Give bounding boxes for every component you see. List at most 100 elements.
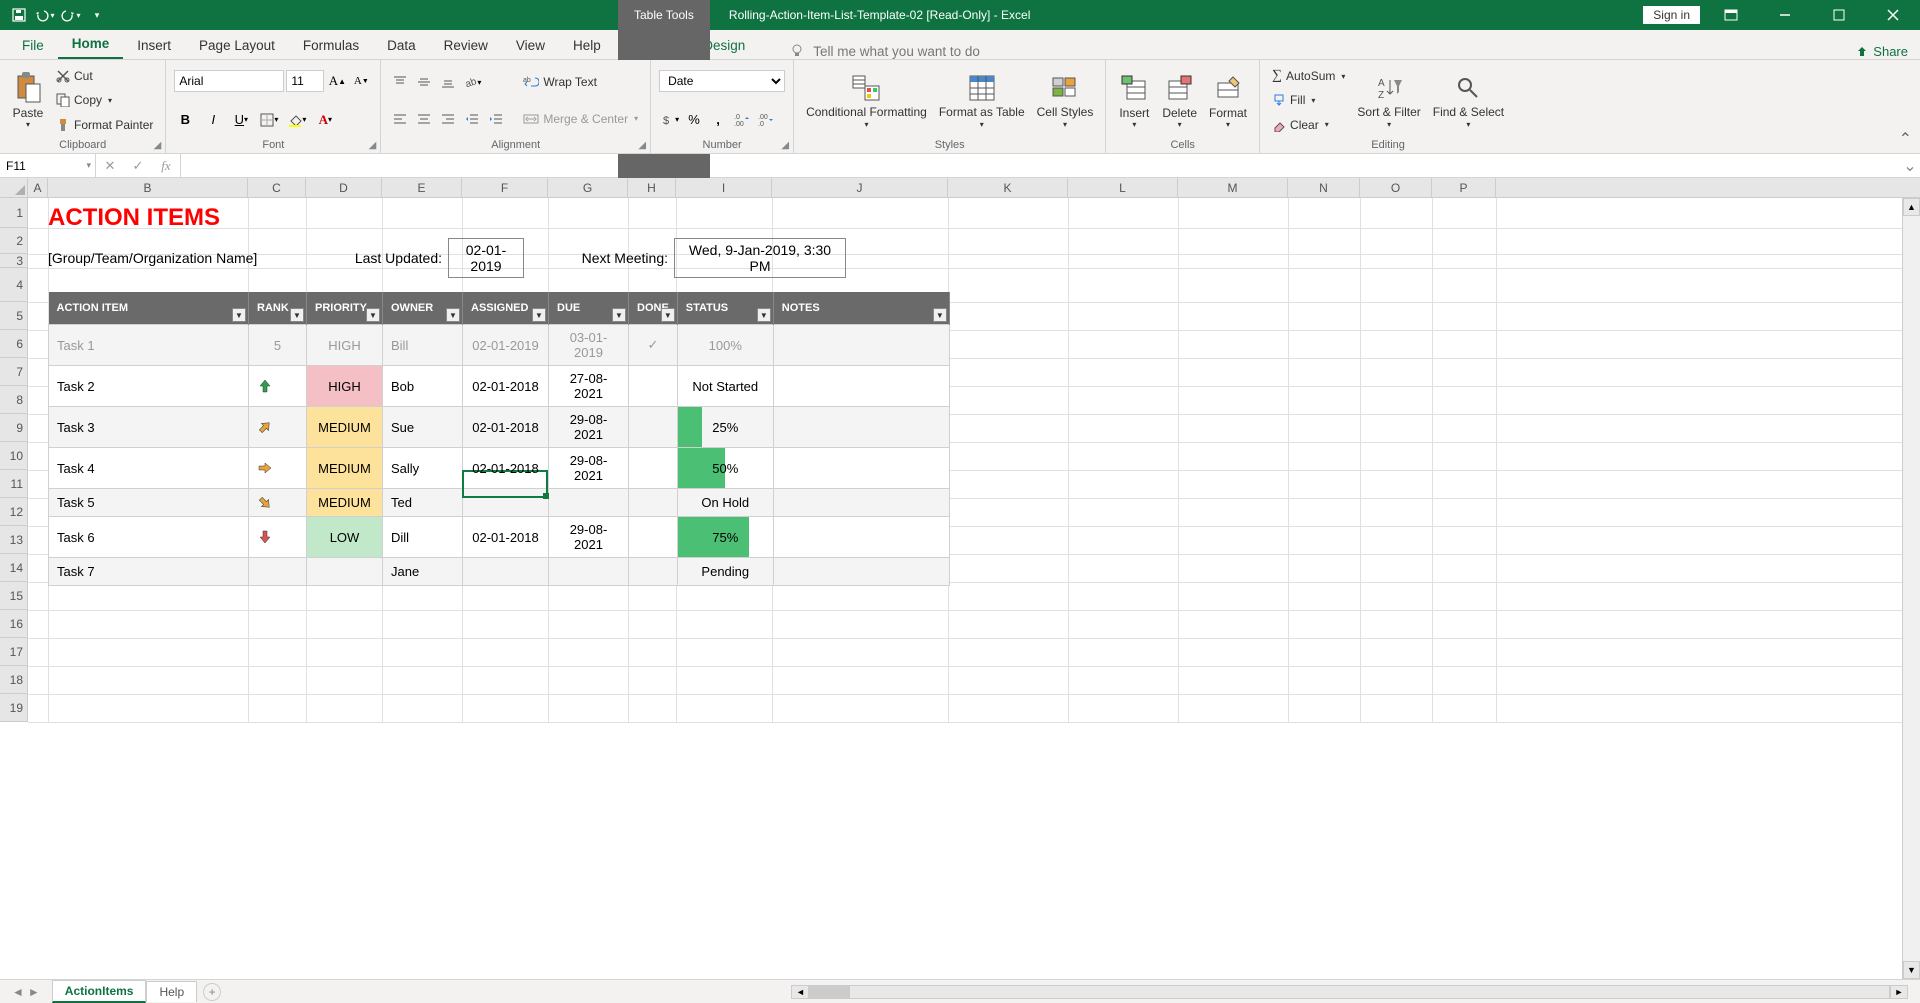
table-cell[interactable]: ✓ bbox=[629, 325, 678, 366]
column-header-n[interactable]: N bbox=[1288, 178, 1360, 197]
sheet-tab-help[interactable]: Help bbox=[146, 981, 197, 1002]
filter-dropdown-icon[interactable]: ▼ bbox=[661, 308, 675, 322]
table-cell[interactable] bbox=[629, 407, 678, 448]
table-cell[interactable] bbox=[773, 407, 949, 448]
save-icon[interactable] bbox=[8, 4, 30, 26]
collapse-ribbon-icon[interactable]: ⌃ bbox=[1899, 129, 1912, 149]
table-cell[interactable] bbox=[249, 366, 307, 407]
align-center-icon[interactable] bbox=[413, 108, 435, 130]
table-cell[interactable]: 25% bbox=[677, 407, 773, 448]
table-cell[interactable]: LOW bbox=[307, 517, 383, 558]
row-header-9[interactable]: 9 bbox=[0, 414, 27, 442]
table-cell[interactable]: 03-01-2019 bbox=[549, 325, 629, 366]
autosum-button[interactable]: ∑AutoSum▾ bbox=[1268, 65, 1349, 87]
font-size-select[interactable] bbox=[286, 70, 324, 92]
undo-icon[interactable]: ▾ bbox=[34, 4, 56, 26]
tab-page-layout[interactable]: Page Layout bbox=[185, 32, 289, 59]
table-cell[interactable]: Task 3 bbox=[49, 407, 249, 448]
align-bottom-icon[interactable] bbox=[437, 71, 459, 93]
tab-formulas[interactable]: Formulas bbox=[289, 32, 373, 59]
format-cells-button[interactable]: Format▾ bbox=[1205, 64, 1251, 137]
table-cell[interactable] bbox=[773, 489, 949, 517]
format-painter-button[interactable]: Format Painter bbox=[52, 114, 157, 136]
table-cell[interactable] bbox=[773, 558, 949, 586]
font-dialog-launcher[interactable]: ◢ bbox=[369, 140, 377, 151]
row-header-8[interactable]: 8 bbox=[0, 386, 27, 414]
maximize-icon[interactable] bbox=[1816, 0, 1862, 30]
table-cell[interactable]: Jane bbox=[383, 558, 463, 586]
row-header-1[interactable]: 1 bbox=[0, 198, 27, 228]
align-right-icon[interactable] bbox=[437, 108, 459, 130]
column-header-j[interactable]: J bbox=[772, 178, 948, 197]
fill-button[interactable]: Fill▾ bbox=[1268, 89, 1349, 111]
increase-indent-icon[interactable] bbox=[485, 108, 507, 130]
tab-review[interactable]: Review bbox=[430, 32, 502, 59]
worksheet-grid[interactable]: ABCDEFGHIJKLMNOP 12345678910111213141516… bbox=[0, 178, 1920, 979]
table-cell[interactable]: Pending bbox=[677, 558, 773, 586]
tab-file[interactable]: File bbox=[8, 32, 58, 59]
number-dialog-launcher[interactable]: ◢ bbox=[781, 140, 789, 151]
row-header-19[interactable]: 19 bbox=[0, 694, 27, 722]
column-header-g[interactable]: G bbox=[548, 178, 628, 197]
table-cell[interactable]: 50% bbox=[677, 448, 773, 489]
cancel-formula-icon[interactable]: ✕ bbox=[96, 158, 124, 174]
enter-formula-icon[interactable]: ✓ bbox=[124, 158, 152, 174]
table-cell[interactable]: Task 6 bbox=[49, 517, 249, 558]
sign-in-button[interactable]: Sign in bbox=[1643, 6, 1700, 24]
table-cell[interactable]: 29-08-2021 bbox=[549, 517, 629, 558]
align-middle-icon[interactable] bbox=[413, 71, 435, 93]
filter-dropdown-icon[interactable]: ▼ bbox=[612, 308, 626, 322]
tell-me-search[interactable]: Tell me what you want to do bbox=[789, 43, 980, 59]
table-header-rank[interactable]: RANK▼ bbox=[249, 292, 307, 325]
table-header-status[interactable]: STATUS▼ bbox=[677, 292, 773, 325]
alignment-dialog-launcher[interactable]: ◢ bbox=[638, 140, 646, 151]
table-cell[interactable] bbox=[773, 517, 949, 558]
qat-customize-icon[interactable]: ▾ bbox=[86, 4, 108, 26]
align-left-icon[interactable] bbox=[389, 108, 411, 130]
conditional-formatting-button[interactable]: Conditional Formatting▾ bbox=[802, 64, 931, 137]
filter-dropdown-icon[interactable]: ▼ bbox=[532, 308, 546, 322]
increase-font-icon[interactable]: A▲ bbox=[326, 70, 348, 92]
column-header-m[interactable]: M bbox=[1178, 178, 1288, 197]
scroll-right-icon[interactable]: ► bbox=[1890, 985, 1908, 999]
select-all-corner[interactable] bbox=[0, 178, 28, 197]
column-header-i[interactable]: I bbox=[676, 178, 772, 197]
row-header-7[interactable]: 7 bbox=[0, 358, 27, 386]
column-header-k[interactable]: K bbox=[948, 178, 1068, 197]
merge-center-button[interactable]: Merge & Center▾ bbox=[519, 108, 642, 130]
fx-icon[interactable]: fx bbox=[152, 158, 180, 174]
table-cell[interactable]: 100% bbox=[677, 325, 773, 366]
column-header-b[interactable]: B bbox=[48, 178, 248, 197]
table-cell[interactable]: MEDIUM bbox=[307, 407, 383, 448]
table-cell[interactable] bbox=[773, 366, 949, 407]
row-header-17[interactable]: 17 bbox=[0, 638, 27, 666]
bold-button[interactable]: B bbox=[174, 109, 196, 131]
table-header-assigned[interactable]: ASSIGNED▼ bbox=[463, 292, 549, 325]
underline-button[interactable]: U▾ bbox=[230, 109, 252, 131]
table-cell[interactable] bbox=[463, 489, 549, 517]
row-header-15[interactable]: 15 bbox=[0, 582, 27, 610]
table-row[interactable]: Task 2HIGHBob02-01-201827-08-2021Not Sta… bbox=[49, 366, 950, 407]
table-cell[interactable] bbox=[463, 558, 549, 586]
table-cell[interactable]: Dill bbox=[383, 517, 463, 558]
table-cell[interactable]: Not Started bbox=[677, 366, 773, 407]
row-header-12[interactable]: 12 bbox=[0, 498, 27, 526]
table-cell[interactable]: 02-01-2018 bbox=[463, 448, 549, 489]
accounting-format-icon[interactable]: $▾ bbox=[659, 109, 681, 131]
copy-button[interactable]: Copy▾ bbox=[52, 89, 157, 111]
minimize-icon[interactable] bbox=[1762, 0, 1808, 30]
sheet-tab-actionitems[interactable]: ActionItems bbox=[52, 980, 147, 1003]
sheet-nav-next-icon[interactable]: ► bbox=[28, 985, 40, 999]
comma-format-icon[interactable]: , bbox=[707, 109, 729, 131]
table-cell[interactable]: MEDIUM bbox=[307, 448, 383, 489]
wrap-text-button[interactable]: abWrap Text bbox=[519, 71, 642, 93]
expand-formula-bar-icon[interactable]: ⌄ bbox=[1900, 154, 1920, 177]
table-row[interactable]: Task 5MEDIUMTedOn Hold bbox=[49, 489, 950, 517]
table-cell[interactable] bbox=[249, 448, 307, 489]
table-cell[interactable]: Task 1 bbox=[49, 325, 249, 366]
row-header-2[interactable]: 2 bbox=[0, 228, 27, 254]
table-header-action-item[interactable]: ACTION ITEM▼ bbox=[49, 292, 249, 325]
tab-home[interactable]: Home bbox=[58, 30, 124, 59]
scroll-up-icon[interactable]: ▲ bbox=[1903, 198, 1920, 216]
row-header-16[interactable]: 16 bbox=[0, 610, 27, 638]
